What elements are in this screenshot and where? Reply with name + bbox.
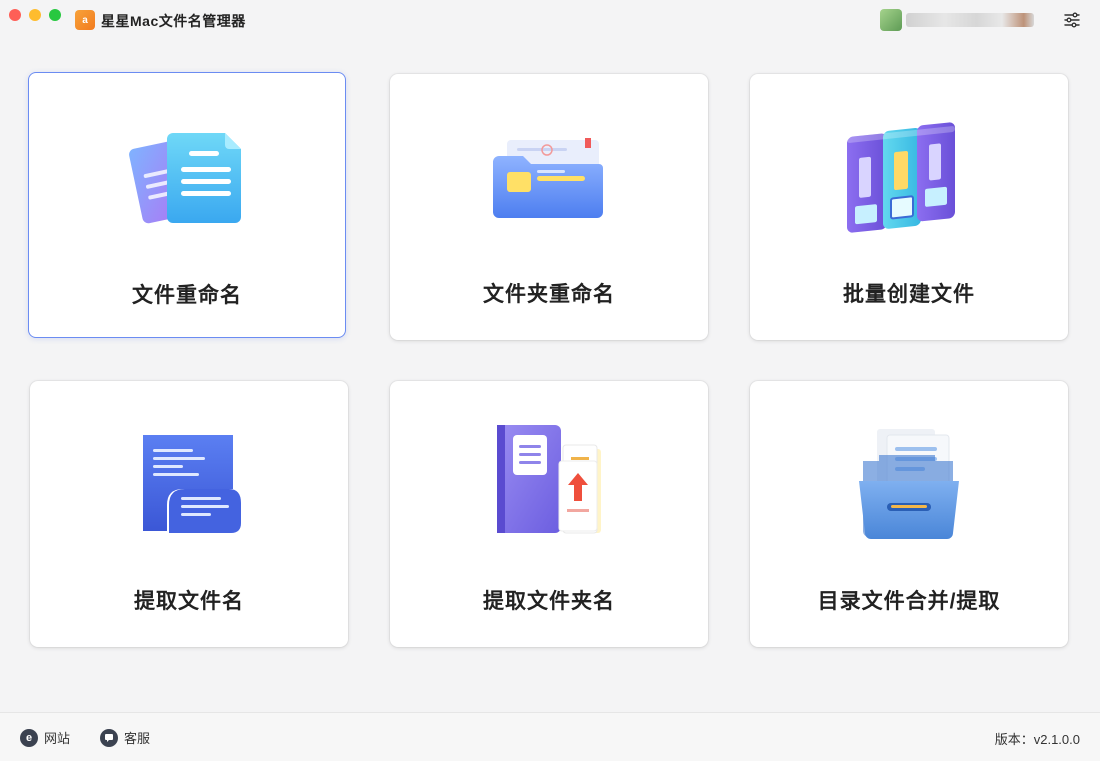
- settings-sliders-icon[interactable]: [1062, 10, 1082, 30]
- website-link[interactable]: e 网站: [20, 728, 70, 747]
- minimize-button[interactable]: [29, 9, 41, 21]
- file-rename-icon: [129, 133, 241, 224]
- card-folder-rename[interactable]: 文件夹重命名: [390, 74, 708, 340]
- card-extract-filename[interactable]: 提取文件名: [30, 381, 348, 647]
- card-extract-foldername[interactable]: 提取文件夹名: [390, 381, 708, 647]
- website-label: 网站: [44, 731, 71, 746]
- window-title: 星星Mac文件名管理器: [101, 13, 246, 29]
- card-label: 文件夹重命名: [483, 283, 615, 306]
- card-label: 提取文件名: [134, 590, 244, 613]
- card-file-rename[interactable]: 文件重命名: [28, 72, 346, 338]
- title-bar: a 星星Mac文件名管理器: [0, 0, 1100, 40]
- card-label: 文件重命名: [132, 284, 242, 307]
- card-directory-merge[interactable]: 目录文件合并/提取: [750, 381, 1068, 647]
- card-label: 提取文件夹名: [483, 590, 615, 613]
- directory-merge-icon: [859, 429, 959, 539]
- batch-create-icon: [847, 122, 955, 233]
- website-ie-icon: e: [20, 728, 38, 747]
- chat-bubble-icon: [100, 728, 118, 747]
- website-icon-text: e: [25, 731, 33, 744]
- app-logo-icon: a: [75, 10, 95, 30]
- card-batch-create[interactable]: 批量创建文件: [750, 74, 1068, 340]
- user-name-blurred[interactable]: [906, 13, 1034, 27]
- app-logo-text: a: [82, 14, 88, 26]
- card-label: 目录文件合并/提取: [817, 590, 1001, 613]
- folder-rename-icon: [493, 138, 603, 218]
- support-link[interactable]: 客服: [100, 728, 150, 747]
- close-button[interactable]: [9, 9, 21, 21]
- footer-bar: e 网站 客服 版本：v2.1.0.0: [0, 712, 1100, 761]
- card-label: 批量创建文件: [843, 283, 975, 306]
- extract-filename-icon: [143, 435, 241, 533]
- window-controls: [9, 9, 61, 21]
- zoom-button[interactable]: [49, 9, 61, 21]
- version-text: 版本：v2.1.0.0: [994, 732, 1080, 747]
- extract-foldername-icon: [497, 425, 601, 534]
- support-label: 客服: [124, 731, 151, 746]
- user-avatar[interactable]: [880, 9, 902, 31]
